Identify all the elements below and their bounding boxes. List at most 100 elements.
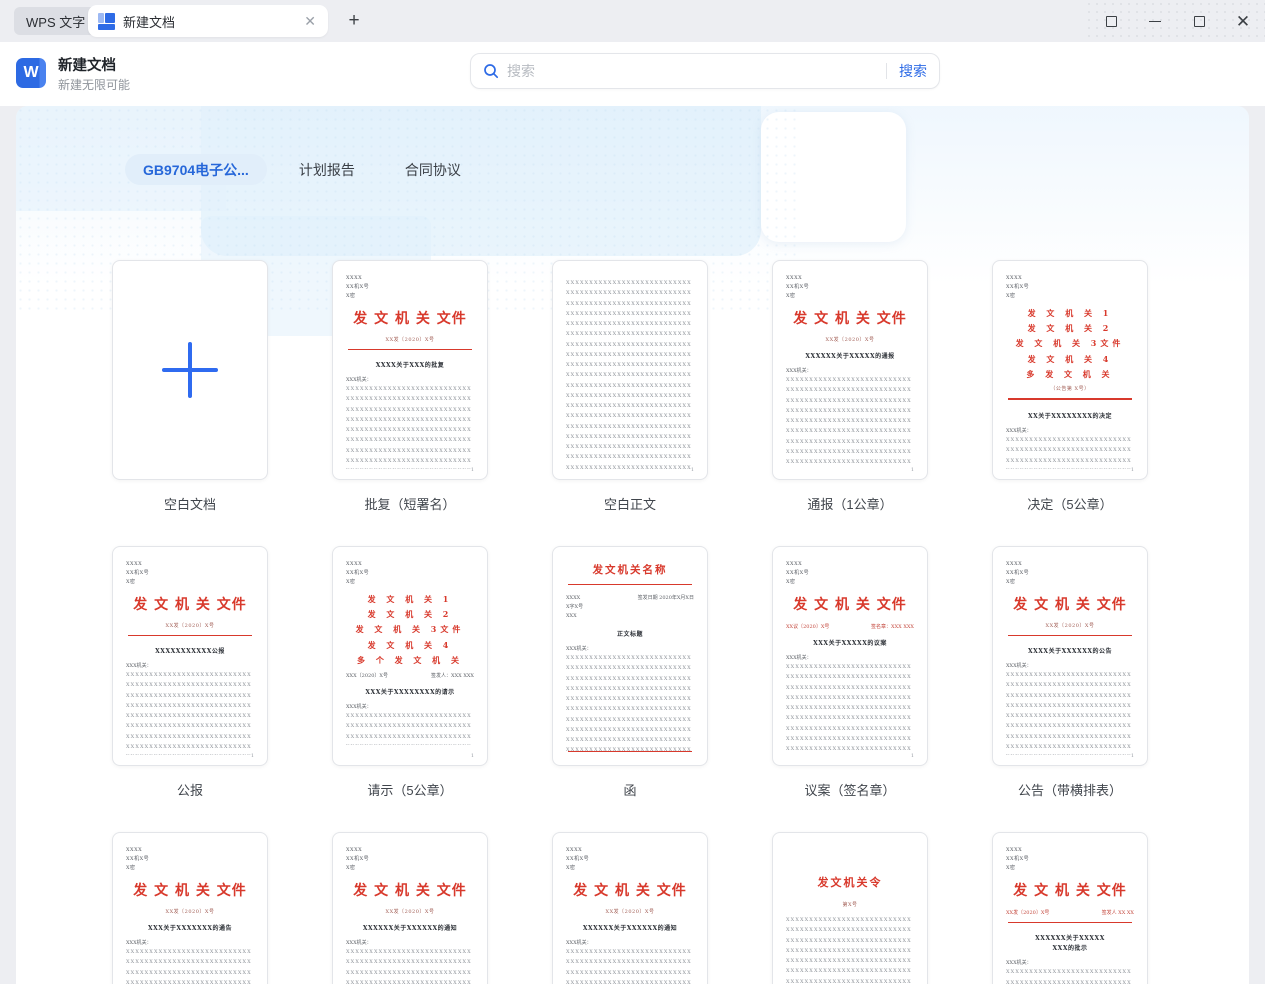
blank-document-card[interactable]: [112, 260, 268, 480]
preview-element: XXXXXXXXXXX公报: [155, 648, 225, 655]
preview-element: XXX〔2020〕X号: [346, 672, 388, 679]
preview-element: XXXXXXXXXXXXXXXXXXXXXXXXXXXXXXXXXXXXXXXX…: [126, 949, 252, 984]
app-menu-button[interactable]: WPS 文字: [14, 7, 98, 35]
preview-element: XXXX X字X号 XXX 签发日期 2020年X月X日: [566, 594, 694, 621]
preview-element: XXXXXX关于XXXXX: [1035, 935, 1105, 942]
tab-plan-report[interactable]: 计划报告: [281, 154, 373, 185]
preview-element: 发文机关令 第X号 XXXXXXXXXXXXXXXXXXXXXXXXXXXXXXXX…: [773, 833, 927, 984]
template-card[interactable]: XXXX XX机X号 X密发 文 机 关 1 发 文 机 关 2 发 文 机 关 3文件…: [332, 546, 488, 766]
template-cell: XXXX XX机X号 X密发 文 机 关 文件 XX发〔2020〕X号 签发人 XX X…: [992, 832, 1148, 984]
plus-icon: [162, 342, 218, 398]
search-input[interactable]: [507, 63, 874, 79]
preview-element: XXXXXXXXXXXXXXXXXXXXXXXXXXXXXXXXXXXXXXXX…: [1006, 969, 1132, 984]
preview-element: 发 文 机 关 1: [367, 594, 453, 604]
template-card[interactable]: XXXX XX机X号 X密发 文 机 关 文件 XX发〔2020〕X号 XXXX关于XX…: [992, 546, 1148, 766]
wps-writer-logo: W: [16, 58, 46, 88]
preview-element: XXXXXXXXXXXXXXXXXXXXXXXXXXXXXXXXXXXXXXXX…: [346, 949, 472, 984]
template-card[interactable]: XXXX XX机X号 X密发 文 机 关 文件 XX发〔2020〕X号 XXXXXX关于…: [552, 832, 708, 984]
preview-element: X密: [346, 579, 356, 585]
preview-element: XXXX: [566, 595, 581, 601]
preview-element: 发 文 机 关 文件: [353, 883, 467, 899]
preview-element: XXXX: [346, 847, 363, 853]
search-bar[interactable]: 搜索: [470, 53, 940, 89]
template-cell: XXXX XX机X号 X密发 文 机 关 文件 XX发〔2020〕X号 XXX关于XXX…: [112, 832, 268, 984]
template-cell: XXXX XX机X号 X密发 文 机 关 1 发 文 机 关 2 发 文 机 关 3文件…: [992, 260, 1148, 512]
titlebar: WPS 文字 新建文档 ✕ + ✕: [0, 0, 1265, 42]
document-tab[interactable]: 新建文档 ✕: [88, 5, 328, 37]
template-card[interactable]: 发文机关令 第X号 XXXXXXXXXXXXXXXXXXXXXXXXXXXXXXXX…: [772, 832, 928, 984]
preview-element: XXXX: [126, 561, 143, 567]
restore-window-button[interactable]: [1089, 0, 1133, 42]
templates-panel: GB9704电子公... 计划报告 合同协议 空白文档 XXXX XX机X号 X密发 …: [16, 106, 1249, 984]
template-card[interactable]: XXXX XX机X号 X密发 文 机 关 文件 XX发〔2020〕X号 XXXXXX关于…: [332, 832, 488, 984]
preview-element: X密: [346, 293, 356, 299]
preview-element: XX关于XXXXXXXX的决定: [1006, 412, 1134, 422]
template-cell: XXXX XX机X号 X密发 文 机 关 文件 XX发〔2020〕X号 XXXX关于XX…: [332, 260, 488, 512]
preview-element: XXXXXX关于XXXXX XXX的批示: [1006, 934, 1134, 954]
preview-element: XXXX关于XXXXXX的公告: [1027, 648, 1113, 655]
preview-element: XXX机关：: [126, 663, 152, 670]
preview-element: 发 文 机 关 1: [1027, 308, 1113, 318]
new-tab-button[interactable]: +: [342, 9, 366, 33]
preview-element: 发 文 机 关 文件: [353, 311, 467, 327]
preview-element: XXXX XX机X号 X密发 文 机 关 文件 XX发〔2020〕X号 XXXX关于XX…: [333, 261, 487, 479]
search-button[interactable]: 搜索: [899, 61, 927, 81]
template-cell: XXXX XX机X号 X密发 文 机 关 文件 XX发〔2020〕X号 XXXXXX关于…: [552, 832, 708, 984]
template-cell: XXXX XX机X号 X密发 文 机 关 文件 XX发〔2020〕X号 XXXXXX关于…: [332, 832, 488, 984]
close-window-button[interactable]: ✕: [1221, 0, 1265, 42]
preview-element: XXXX关于XXX的批复: [375, 362, 445, 369]
preview-element: [568, 584, 692, 585]
preview-element: XX发〔2020〕X号: [165, 623, 215, 629]
preview-element: XXX机关：: [346, 704, 372, 711]
preview-element: XXXX XX机X号 X密发 文 机 关 1 发 文 机 关 2 发 文 机 关 3文件…: [333, 547, 487, 765]
template-card[interactable]: XXXX XX机X号 X密发 文 机 关 文件 XX发〔2020〕X号 XXXX关于XX…: [332, 260, 488, 480]
template-card[interactable]: XXXX XX机X号 X密发 文 机 关 文件 XX发〔2020〕X号 XXXXXX关于…: [772, 260, 928, 480]
template-card[interactable]: XXXX XX机X号 X密发 文 机 关 文件 XX发〔2020〕X号 XXXXXXXX…: [112, 546, 268, 766]
preview-element: XXXX XX机X号 X密: [126, 560, 254, 587]
template-card[interactable]: XXXX XX机X号 X密发 文 机 关 文件 XX议〔2020〕X号 签名章：XXX …: [772, 546, 928, 766]
maximize-window-button[interactable]: [1177, 0, 1221, 42]
preview-element: [1008, 922, 1132, 923]
preview-element: XX发〔2020〕X号: [165, 909, 215, 915]
template-card[interactable]: XXXX XX机X号 X密发 文 机 关 1 发 文 机 关 2 发 文 机 关 3文件…: [992, 260, 1148, 480]
template-label: 通报（1公章）: [807, 497, 893, 512]
tab-close-icon[interactable]: ✕: [302, 13, 318, 30]
preview-element: XXX关于XXXXX的议案: [786, 639, 914, 649]
preview-element: XXXX XX机X号 X密发 文 机 关 文件 XX发〔2020〕X号 签发人 XX X…: [993, 833, 1147, 984]
template-card[interactable]: XXXX XX机X号 X密发 文 机 关 文件 XX发〔2020〕X号 签发人 XX X…: [992, 832, 1148, 984]
new-document-icon: [98, 12, 115, 30]
preview-element: XX议〔2020〕X号 签名章：XXX XXX: [786, 623, 914, 630]
preview-element: XX机X号: [1006, 284, 1030, 290]
preview-element: XX关于XXXXXXXX的决定: [1027, 412, 1113, 420]
template-card[interactable]: XXXX XX机X号 X密发 文 机 关 文件 XX发〔2020〕X号 XXX关于XXX…: [112, 832, 268, 984]
preview-element: （公告第 X号）: [1050, 385, 1090, 392]
tab-gb9704[interactable]: GB9704电子公...: [125, 154, 267, 185]
preview-element: XX发〔2020〕X号: [1045, 623, 1095, 629]
preview-element: XX发〔2020〕X号: [605, 909, 655, 915]
preview-element: X密: [346, 865, 356, 871]
maximize-icon: [1193, 15, 1205, 27]
preview-element: XX发〔2020〕X号: [385, 909, 435, 915]
template-card[interactable]: 发文机关名称 XXXX X字X号 XXX 签发日期 2020年X月X日 正文标题 XXX机关…: [552, 546, 708, 766]
page-subtitle: 新建无限可能: [58, 78, 131, 92]
preview-element: XXXXXXXXXXXXXXXXXXXXXXXXXXXXXXXXXXXXXXXX…: [786, 377, 912, 466]
preview-element: XXX关于XXXXXXXX的请示: [365, 688, 455, 696]
preview-element: XXXX XX机X号 X密发 文 机 关 文件 XX发〔2020〕X号 XXXXXXXX…: [113, 547, 267, 765]
preview-element: X密: [1006, 865, 1016, 871]
template-cell: XXXX XX机X号 X密发 文 机 关 文件 XX议〔2020〕X号 签名章：XXX …: [772, 546, 928, 798]
preview-element: 发 文 机 关 3文件: [355, 624, 465, 635]
preview-element: 发 文 机 关 文件: [133, 597, 247, 613]
preview-element: XXXX: [346, 561, 363, 567]
preview-element: [568, 751, 692, 752]
close-icon: ✕: [1235, 11, 1251, 31]
template-cell: 发文机关名称 XXXX X字X号 XXX 签发日期 2020年X月X日 正文标题 XXX机关…: [552, 546, 708, 798]
preview-element: XXXX XX机X号 X密发 文 机 关 文件 XX发〔2020〕X号 XXXXXX关于…: [333, 833, 487, 984]
template-cell: XXXX XX机X号 X密发 文 机 关 1 发 文 机 关 2 发 文 机 关 3文件…: [332, 546, 488, 798]
template-card[interactable]: XXXXXXXXXXXXXXXXXXXXXXXXXXXXXXXXXXXXXXXX…: [552, 260, 708, 480]
preview-element: 正文标题: [616, 631, 643, 638]
tab-contract[interactable]: 合同协议: [387, 154, 479, 185]
tab-plan-report-label: 计划报告: [298, 161, 355, 178]
preview-element: XXXX XX机X号 X密: [566, 846, 694, 873]
minimize-window-button[interactable]: [1133, 0, 1177, 42]
template-label: 空白正文: [603, 497, 656, 512]
